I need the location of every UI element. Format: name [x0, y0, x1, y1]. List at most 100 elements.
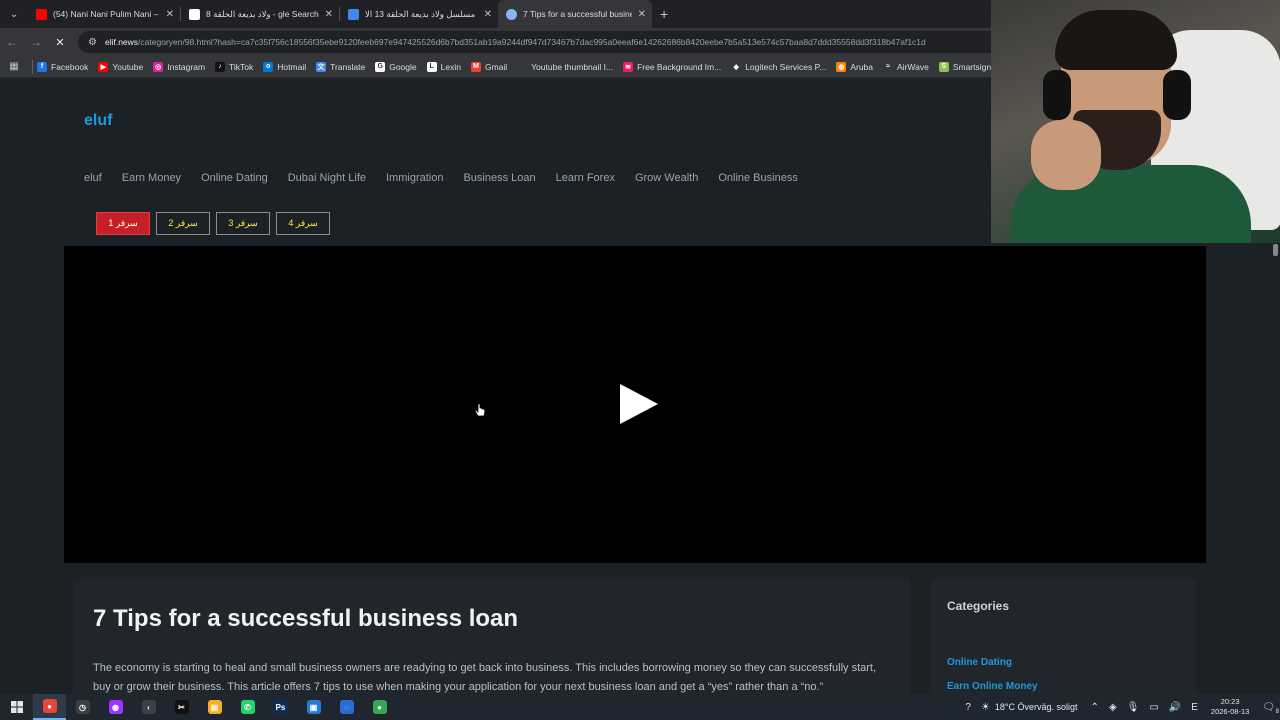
volume-icon[interactable]: 🔊	[1169, 702, 1181, 713]
taskbar-app-chrome-2[interactable]: ●	[363, 694, 396, 720]
tab-search-icon[interactable]: ⌄	[0, 0, 28, 28]
menu-item[interactable]: Online Dating	[201, 172, 268, 184]
category-link[interactable]: Earn Online Money	[947, 681, 1038, 692]
start-button[interactable]	[0, 694, 33, 720]
bookmark-item[interactable]: ♪ TikTok	[215, 61, 253, 72]
site-info-icon[interactable]: ⚙	[88, 37, 97, 48]
network-icon[interactable]: ◈	[1109, 702, 1117, 713]
bookmark-item[interactable]: ◆ Logitech Services P...	[731, 61, 826, 72]
taskbar-app-back-app[interactable]: ‹	[132, 694, 165, 720]
bookmark-favicon-icon: L	[426, 61, 437, 72]
bookmark-favicon-icon: ≋	[623, 61, 634, 72]
back-arrow-icon[interactable]: ←	[0, 28, 24, 56]
bookmark-item[interactable]: f Facebook	[37, 61, 89, 72]
taskbar-app-photoshop[interactable]: Ps	[264, 694, 297, 720]
new-tab-icon[interactable]: +	[660, 6, 668, 22]
windows-logo-icon	[10, 701, 23, 713]
categories-widget: Categories Online Dating Earn Online Mon…	[931, 579, 1196, 694]
apps-grid-icon[interactable]: ▦	[0, 61, 28, 72]
youtube-favicon-icon	[36, 8, 47, 20]
help-icon[interactable]: ?	[965, 702, 971, 713]
scrollbar-thumb[interactable]	[1273, 244, 1278, 256]
bookmark-item[interactable]: Youtube thumbnail I...	[517, 61, 613, 72]
taskbar-app-capcut[interactable]: ✂	[165, 694, 198, 720]
site-logo[interactable]: eluf	[84, 112, 112, 130]
taskbar-app-whatsapp[interactable]: ✆	[231, 694, 264, 720]
menu-item[interactable]: Business Loan	[463, 172, 535, 184]
bookmark-item[interactable]: o Hotmail	[263, 61, 307, 72]
taskbar-app-clock[interactable]: ◷	[66, 694, 99, 720]
bookmark-item[interactable]: ◎ Instagram	[153, 61, 205, 72]
menu-item[interactable]: Dubai Night Life	[288, 172, 366, 184]
bookmark-item[interactable]: ▶ Youtube	[98, 61, 144, 72]
close-tab-icon[interactable]: ✕	[325, 9, 333, 20]
browser-tab[interactable]: (54) Nani Nani Pulim Nani – Ta ✕	[28, 0, 180, 28]
menu-item[interactable]: Grow Wealth	[635, 172, 698, 184]
menu-item[interactable]: Online Business	[718, 172, 798, 184]
taskbar-app-chrome[interactable]: ●	[33, 694, 66, 720]
bookmark-item[interactable]: ≋ Free Background Im...	[623, 61, 722, 72]
browser-tab-active[interactable]: 7 Tips for a successful busines ✕	[498, 0, 652, 28]
bookmark-favicon-icon: 文	[316, 61, 327, 72]
tab-title: 7 Tips for a successful busines	[523, 9, 632, 19]
bookmark-item[interactable]: ◍ Aruba	[836, 61, 873, 72]
categories-heading: Categories	[947, 599, 1010, 613]
weather-text[interactable]: 18°C Överväg. soligt	[995, 702, 1078, 712]
tab-title: مسلسل ولاد بديعة الحلقة 13 الا	[365, 8, 476, 19]
close-tab-icon[interactable]: ✕	[166, 9, 174, 20]
forward-arrow-icon[interactable]: →	[24, 28, 48, 56]
play-icon[interactable]	[620, 384, 658, 424]
stop-loading-icon[interactable]: ✕	[48, 28, 72, 56]
edge-app-icon: ◌	[339, 700, 354, 714]
windows-taskbar: ● ◷ ◉ ‹ ✂ ▤ ✆ Ps ▣ ◌ ● ? ☀ 18°C Överväg. soligt ⌃ …	[0, 694, 1280, 720]
bookmark-item[interactable]: ≈ AirWave	[883, 61, 929, 72]
bookmark-favicon-icon: M	[470, 61, 481, 72]
bookmark-favicon-icon	[517, 61, 528, 72]
close-tab-icon[interactable]: ✕	[484, 9, 492, 20]
server-button[interactable]: سرفر 3	[216, 212, 270, 235]
clock[interactable]: 20:23 2026-08-13	[1211, 697, 1249, 717]
bookmark-label: Youtube	[112, 61, 144, 72]
bookmark-label: Free Background Im...	[637, 61, 722, 72]
server-selector: سرفر 1 سرفر 2 سرفر 3 سرفر 4	[96, 212, 336, 235]
chevron-up-icon[interactable]: ⌃	[1091, 702, 1099, 713]
bookmark-item[interactable]: 文 Translate	[316, 61, 366, 72]
article-intro: The economy is starting to heal and smal…	[93, 662, 877, 693]
menu-item[interactable]: Immigration	[386, 172, 443, 184]
browser-tab[interactable]: مسلسل ولاد بديعة الحلقة 13 الا ✕	[340, 0, 498, 28]
chrome-icon: ●	[42, 699, 57, 713]
close-tab-icon[interactable]: ✕	[638, 9, 646, 20]
menu-item[interactable]: Learn Forex	[556, 172, 615, 184]
video-player[interactable]	[64, 246, 1206, 563]
notification-icon[interactable]: 🗨 8	[1262, 702, 1279, 715]
bookmark-label: Lexin	[440, 61, 461, 72]
site-main-menu: eluf Earn Money Online Dating Dubai Night L…	[84, 172, 818, 184]
browser-tab[interactable]: ولاد بديعة الحلقة 8 - gle Search ✕	[181, 0, 339, 28]
bookmark-item[interactable]: L Lexin	[426, 61, 461, 72]
capcut-icon: ✂	[174, 700, 189, 714]
menu-item[interactable]: eluf	[84, 172, 102, 184]
taskbar-app-desktop-app[interactable]: ▣	[297, 694, 330, 720]
language-indicator[interactable]: E	[1191, 702, 1198, 713]
category-link[interactable]: Online Dating	[947, 657, 1012, 668]
page-scrollbar[interactable]	[1271, 242, 1280, 694]
server-button[interactable]: سرفر 1	[96, 212, 150, 235]
bookmark-item[interactable]: M Gmail	[470, 61, 507, 72]
taskbar-app-explorer[interactable]: ▤	[198, 694, 231, 720]
bookmark-favicon-icon: S	[938, 61, 949, 72]
menu-item[interactable]: Earn Money	[122, 172, 181, 184]
person-hand	[1031, 120, 1101, 190]
display-icon[interactable]: ▭	[1149, 702, 1158, 713]
taskbar-app-messenger[interactable]: ◉	[99, 694, 132, 720]
server-button[interactable]: سرفر 2	[156, 212, 210, 235]
bookmark-favicon-icon: ◍	[836, 61, 847, 72]
bookmark-label: Translate	[330, 61, 366, 72]
notification-count: 8	[1275, 708, 1279, 715]
bookmark-item[interactable]: G Google	[375, 61, 417, 72]
bookmark-label: Hotmail	[277, 61, 307, 72]
server-button[interactable]: سرفر 4	[276, 212, 330, 235]
bookmark-favicon-icon: ◎	[153, 61, 164, 72]
bookmark-label: Facebook	[51, 61, 89, 72]
taskbar-app-edge-app[interactable]: ◌	[330, 694, 363, 720]
microphone-icon[interactable]: 🎙	[1127, 702, 1140, 713]
